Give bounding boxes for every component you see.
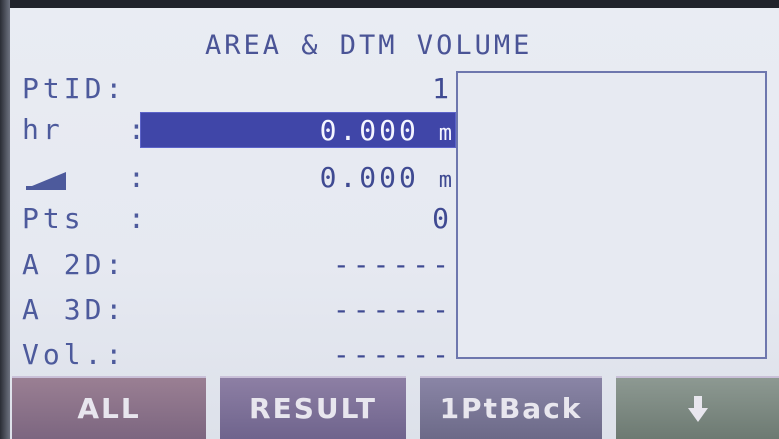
vol-value: ------ bbox=[332, 338, 452, 371]
bezel-left bbox=[0, 0, 10, 439]
slope-number: 0.000 bbox=[319, 161, 419, 194]
screen-title: AREA & DTM VOLUME bbox=[205, 30, 533, 61]
ptid-row[interactable]: PtID: 1 bbox=[22, 71, 456, 107]
arrow-down-icon bbox=[687, 395, 708, 422]
point-back-button[interactable]: 1PtBack bbox=[420, 376, 602, 439]
pts-colon: : bbox=[128, 202, 145, 235]
a2d-row: A 2D: ------ bbox=[22, 247, 456, 283]
softkey-bar: ALL RESULT 1PtBack bbox=[0, 376, 779, 439]
result-button[interactable]: RESULT bbox=[220, 376, 406, 439]
a3d-value: ------ bbox=[332, 293, 452, 326]
device-screen: AREA & DTM VOLUME PtID: 1 hr : 0.000 m :… bbox=[0, 0, 779, 439]
pts-value: 0 bbox=[432, 202, 452, 235]
hr-label: hr bbox=[22, 113, 64, 146]
a2d-value: ------ bbox=[332, 248, 452, 281]
hr-value[interactable]: 0.000 m bbox=[320, 113, 452, 152]
hr-input-field[interactable]: 0.000 m bbox=[140, 112, 456, 148]
point-back-button-label: 1PtBack bbox=[439, 392, 583, 425]
hr-unit: m bbox=[438, 121, 452, 146]
bezel-top bbox=[0, 0, 779, 8]
all-button[interactable]: ALL bbox=[12, 376, 206, 439]
ptid-label: PtID: bbox=[22, 72, 127, 105]
slope-value[interactable]: 0.000 m bbox=[320, 160, 452, 199]
hr-row[interactable]: hr : 0.000 m bbox=[22, 112, 456, 148]
slope-row[interactable]: : 0.000 m bbox=[22, 160, 456, 196]
vol-label: Vol.: bbox=[22, 338, 127, 371]
a3d-label: A 3D: bbox=[22, 293, 127, 326]
pts-row: Pts : 0 bbox=[22, 201, 456, 237]
all-button-label: ALL bbox=[77, 392, 141, 425]
slope-colon: : bbox=[128, 161, 145, 194]
slope-icon bbox=[26, 172, 66, 190]
hr-number: 0.000 bbox=[319, 114, 419, 147]
vol-row: Vol.: ------ bbox=[22, 337, 456, 373]
ptid-value[interactable]: 1 bbox=[432, 71, 452, 107]
slope-unit: m bbox=[438, 168, 452, 193]
a2d-label: A 2D: bbox=[22, 248, 127, 281]
graphics-panel bbox=[456, 71, 767, 359]
page-down-button[interactable] bbox=[616, 376, 779, 439]
a3d-row: A 3D: ------ bbox=[22, 292, 456, 328]
result-button-label: RESULT bbox=[249, 392, 377, 425]
pts-label: Pts bbox=[22, 202, 85, 235]
